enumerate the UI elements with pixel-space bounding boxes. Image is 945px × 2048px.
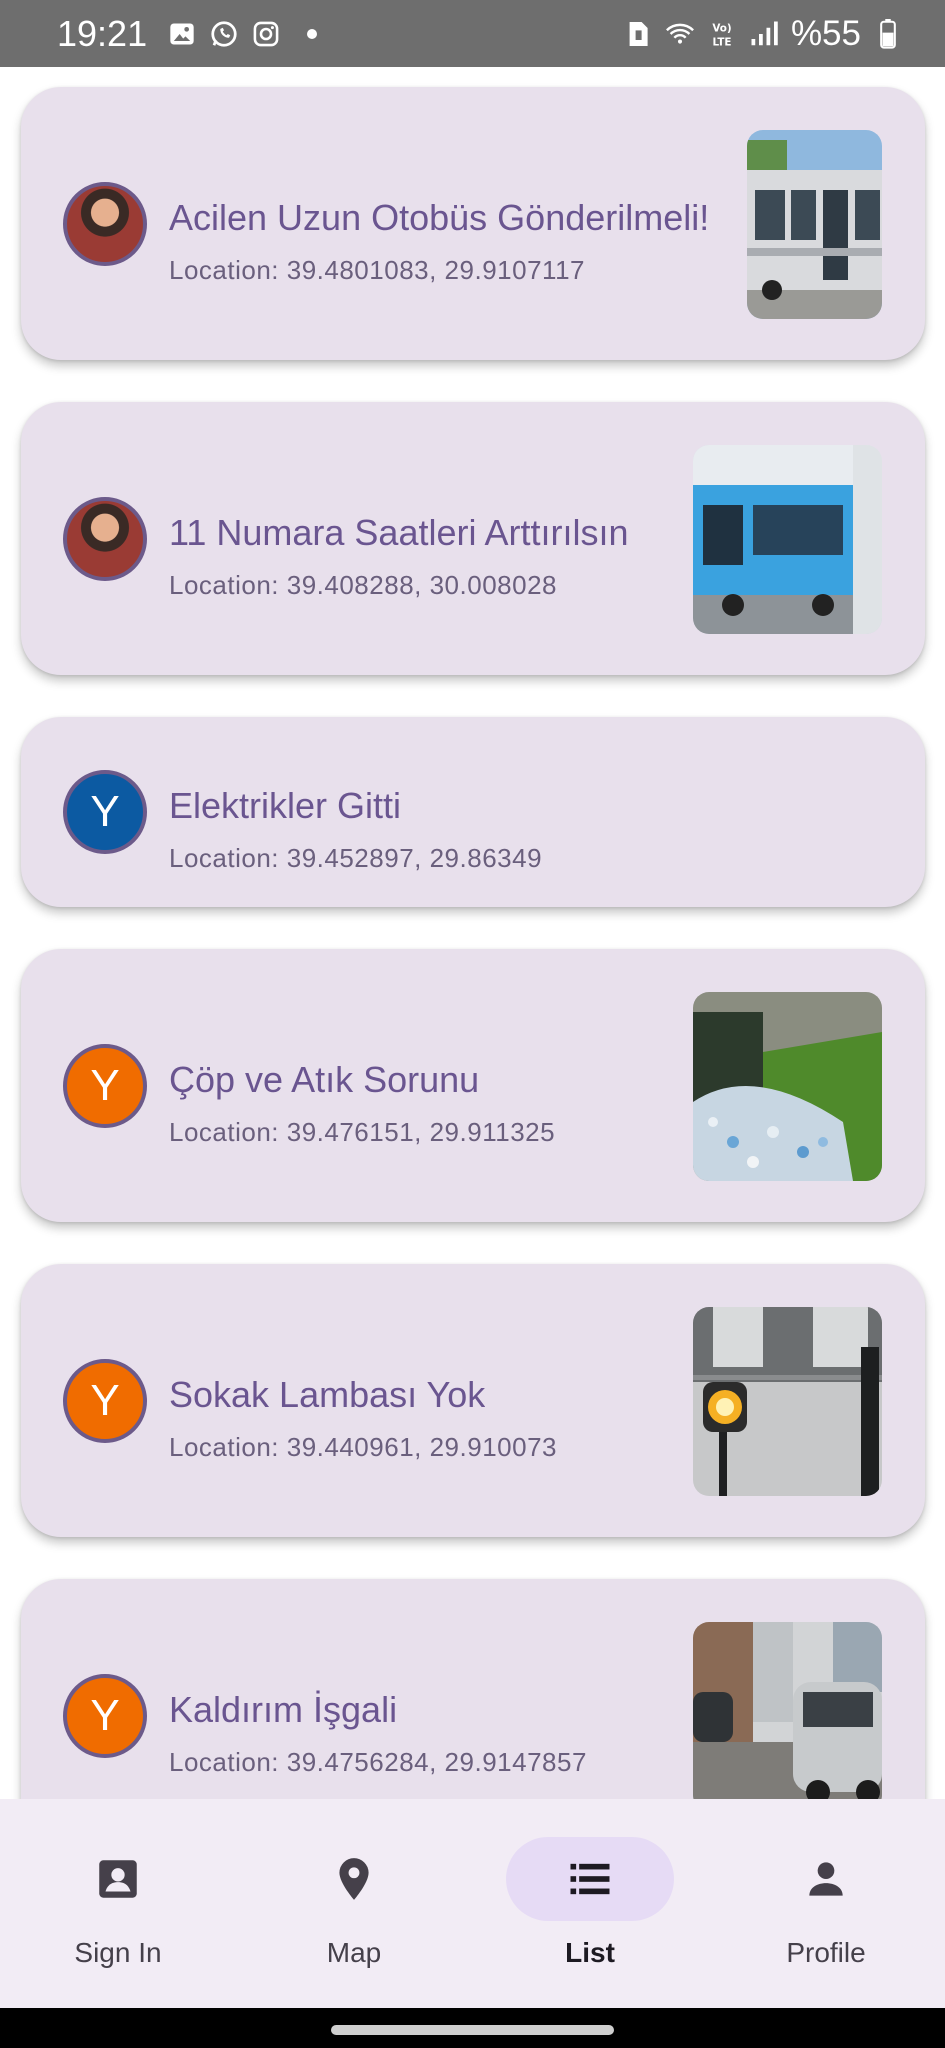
- issue-list[interactable]: Acilen Uzun Otobüs Gönderilmeli! Locatio…: [0, 67, 945, 1799]
- issue-location: Location: 39.476151, 29.911325: [169, 1117, 556, 1147]
- issue-thumbnail[interactable]: [747, 130, 882, 319]
- nav-label: Map: [326, 1937, 382, 1968]
- issue-title: Sokak Lambası Yok: [169, 1374, 486, 1415]
- status-left: 19:21: [57, 12, 318, 55]
- map-pin-icon: [329, 1854, 379, 1904]
- avatar: Y: [63, 770, 147, 854]
- issue-location: Location: 39.4801083, 29.9107117: [169, 255, 585, 285]
- nav-indicator: [34, 1837, 202, 1921]
- issue-card[interactable]: Y Çöp ve Atık Sorunu Location: 39.476151…: [21, 949, 925, 1222]
- status-time: 19:21: [57, 12, 148, 54]
- nav-item-sign-in[interactable]: Sign In: [0, 1799, 236, 2008]
- status-right: Vo) LTE %55: [623, 14, 903, 54]
- battery-icon: [873, 18, 903, 49]
- issue-card[interactable]: Acilen Uzun Otobüs Gönderilmeli! Locatio…: [21, 87, 925, 360]
- issue-title: Çöp ve Atık Sorunu: [169, 1059, 480, 1100]
- sim-icon: [623, 19, 653, 49]
- bottom-navigation: Sign In Map List Profile: [0, 1799, 945, 2008]
- issue-location: Location: 39.452897, 29.86349: [169, 843, 543, 873]
- issue-location: Location: 39.408288, 30.008028: [169, 570, 558, 600]
- nav-item-list[interactable]: List: [472, 1799, 708, 2008]
- list-icon: [564, 1853, 616, 1905]
- issue-card[interactable]: 11 Numara Saatleri Arttırılsın Location:…: [21, 402, 925, 675]
- nav-label: Sign In: [74, 1937, 162, 1968]
- issue-location: Location: 39.440961, 29.910073: [169, 1432, 558, 1462]
- nav-indicator: [506, 1837, 674, 1921]
- issue-title: Acilen Uzun Otobüs Gönderilmeli!: [169, 197, 710, 238]
- avatar: [63, 182, 147, 266]
- gallery-icon: [167, 19, 197, 49]
- issue-title: Kaldırım İşgali: [169, 1689, 398, 1730]
- avatar: Y: [63, 1359, 147, 1443]
- issue-card[interactable]: Y Kaldırım İşgali Location: 39.4756284, …: [21, 1579, 925, 1799]
- avatar: [63, 497, 147, 581]
- nav-label: List: [565, 1937, 615, 1968]
- issue-thumbnail[interactable]: [693, 445, 882, 634]
- svg-text:LTE: LTE: [712, 36, 731, 48]
- contact-card-icon: [93, 1854, 143, 1904]
- gesture-navigation-area: [0, 2008, 945, 2048]
- issue-thumbnail[interactable]: [693, 1622, 882, 1799]
- status-bar: 19:21 Vo) LTE %55: [0, 0, 945, 67]
- volte-icon: Vo) LTE: [707, 19, 737, 49]
- signal-icon: [749, 19, 779, 49]
- issue-title: Elektrikler Gitti: [169, 785, 402, 826]
- issue-title: 11 Numara Saatleri Arttırılsın: [169, 512, 629, 553]
- issue-card[interactable]: Y Sokak Lambası Yok Location: 39.440961,…: [21, 1264, 925, 1537]
- nav-indicator: [270, 1837, 438, 1921]
- home-gesture-handle[interactable]: [331, 2025, 614, 2035]
- issue-card[interactable]: Y Elektrikler Gitti Location: 39.452897,…: [21, 717, 925, 907]
- issue-location: Location: 39.4756284, 29.9147857: [169, 1747, 587, 1777]
- issue-thumbnail[interactable]: [693, 1307, 882, 1496]
- wifi-icon: [665, 19, 695, 49]
- app-screen: 19:21 Vo) LTE %55 Acilen Uzun Otobüs Gön…: [0, 0, 945, 2048]
- notification-dot-icon: [307, 28, 318, 39]
- nav-label: Profile: [786, 1937, 866, 1968]
- whatsapp-icon: [209, 19, 239, 49]
- avatar: Y: [63, 1674, 147, 1758]
- nav-indicator: [742, 1837, 910, 1921]
- issue-thumbnail[interactable]: [693, 992, 882, 1181]
- nav-item-map[interactable]: Map: [236, 1799, 472, 2008]
- svg-text:Vo): Vo): [712, 22, 731, 34]
- instagram-icon: [251, 19, 281, 49]
- battery-percentage: %55: [790, 13, 861, 53]
- person-icon: [801, 1854, 851, 1904]
- nav-item-profile[interactable]: Profile: [708, 1799, 944, 2008]
- avatar: Y: [63, 1044, 147, 1128]
